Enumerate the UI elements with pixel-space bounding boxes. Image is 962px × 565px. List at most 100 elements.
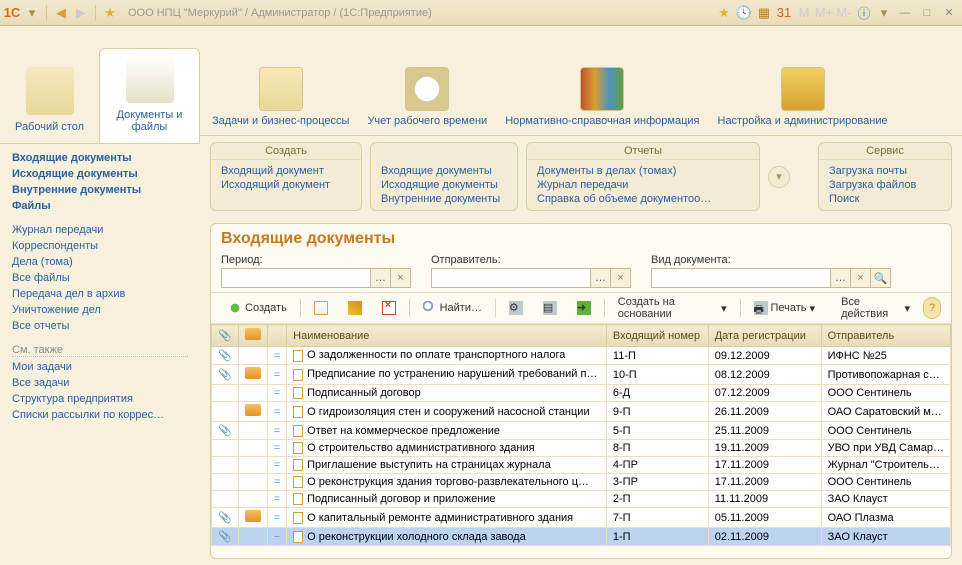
edit-button[interactable] <box>341 297 369 319</box>
sidebar-mytasks[interactable]: Мои задачи <box>12 359 188 375</box>
section-reference[interactable]: Нормативно-справочная информация <box>505 67 699 135</box>
report-journal[interactable]: Журнал передачи <box>537 178 749 192</box>
minimize-button[interactable]: — <box>896 5 914 21</box>
table-row[interactable]: 📎=Предписание по устранению нарушений тр… <box>212 365 951 385</box>
expand-button[interactable]: ▾ <box>768 166 790 188</box>
sidebar-allreports[interactable]: Все отчеты <box>12 318 188 334</box>
sidebar-structure[interactable]: Структура предприятия <box>12 391 188 407</box>
doctype-picker[interactable]: … <box>831 268 851 288</box>
col-number[interactable]: Входящий номер <box>606 325 708 347</box>
table-row[interactable]: =Подписанный договор6-Д07.12.2009ООО Сен… <box>212 385 951 402</box>
tab-documents[interactable]: Документы и файлы <box>99 48 200 143</box>
service-search[interactable]: Поиск <box>829 192 941 206</box>
sidebar-internal[interactable]: Внутренние документы <box>12 182 188 198</box>
tab-desktop[interactable]: Рабочий стол <box>0 61 99 143</box>
back-icon[interactable]: ◀ <box>53 5 69 21</box>
col-attachment[interactable]: 📎 <box>212 325 239 347</box>
service-mail[interactable]: Загрузка почты <box>829 164 941 178</box>
create-outgoing[interactable]: Исходящий документ <box>221 178 351 192</box>
print-button[interactable]: 🖶Печать ▾ <box>747 297 823 319</box>
col-mark[interactable] <box>267 325 286 347</box>
help-button[interactable]: ? <box>923 297 941 319</box>
doctype-search[interactable]: 🔍 <box>871 268 891 288</box>
sender-input[interactable] <box>431 268 591 288</box>
table-row[interactable]: =Приглашение выступить на страницах журн… <box>212 457 951 474</box>
info-icon[interactable]: ⓘ <box>856 5 872 21</box>
doc-icon <box>293 350 303 362</box>
col-people[interactable] <box>238 325 267 347</box>
report-volume[interactable]: Справка об объеме документоо… <box>537 192 749 206</box>
fav-icon[interactable]: ★ <box>716 5 732 21</box>
section-admin[interactable]: Настройка и администрирование <box>718 67 888 135</box>
forward-button[interactable]: ➜ <box>570 297 598 319</box>
sidebar-allfiles[interactable]: Все файлы <box>12 270 188 286</box>
table-row[interactable]: =О гидроизоляция стен и сооружений насос… <box>212 402 951 422</box>
cell-clip: 📎 <box>212 508 239 528</box>
tab-documents-label: Документы и файлы <box>117 109 183 133</box>
table-row[interactable]: =Подписанный договор и приложение2-П11.1… <box>212 491 951 508</box>
period-picker[interactable]: … <box>371 268 391 288</box>
history-icon[interactable]: 🕓 <box>736 5 752 21</box>
report-incoming[interactable]: Входящие документы <box>381 164 507 178</box>
mminus-icon[interactable]: M- <box>836 5 852 21</box>
table-row[interactable]: 📎=О задолженности по оплате транспортног… <box>212 347 951 365</box>
report-cases[interactable]: Документы в делах (томах) <box>537 164 749 178</box>
table-row[interactable]: 📎=Ответ на коммерческое предложение5-П25… <box>212 422 951 440</box>
copy-button[interactable] <box>307 297 335 319</box>
clock-icon <box>405 67 449 111</box>
maximize-button[interactable]: □ <box>918 5 936 21</box>
sidebar-incoming[interactable]: Входящие документы <box>12 150 188 166</box>
sidebar-archive[interactable]: Передача дел в архив <box>12 286 188 302</box>
m-icon[interactable]: M <box>796 5 812 21</box>
col-name[interactable]: Наименование <box>287 325 607 347</box>
cell-date: 08.12.2009 <box>708 365 821 385</box>
period-clear[interactable]: × <box>391 268 411 288</box>
sender-picker[interactable]: … <box>591 268 611 288</box>
report-outgoing[interactable]: Исходящие документы <box>381 178 507 192</box>
period-input[interactable] <box>221 268 371 288</box>
section-time[interactable]: Учет рабочего времени <box>367 67 487 135</box>
dropdown-icon[interactable]: ▾ <box>24 5 40 21</box>
sidebar-outgoing[interactable]: Исходящие документы <box>12 166 188 182</box>
doctype-clear[interactable]: × <box>851 268 871 288</box>
info-drop-icon[interactable]: ▾ <box>876 5 892 21</box>
sidebar-journal[interactable]: Журнал передачи <box>12 222 188 238</box>
col-date[interactable]: Дата регистрации <box>708 325 821 347</box>
settings-button[interactable]: ⚙ <box>502 297 530 319</box>
doctype-input[interactable] <box>651 268 831 288</box>
create-button[interactable]: Создать <box>221 297 294 319</box>
star-icon[interactable]: ★ <box>102 5 118 21</box>
find-button[interactable]: Найти… <box>416 297 489 319</box>
sidebar-cases[interactable]: Дела (тома) <box>12 254 188 270</box>
sender-clear[interactable]: × <box>611 268 631 288</box>
doc-icon <box>293 425 303 437</box>
section-tasks[interactable]: Задачи и бизнес-процессы <box>212 67 349 135</box>
delete-button[interactable] <box>375 297 403 319</box>
sidebar-alltasks[interactable]: Все задачи <box>12 375 188 391</box>
cell-people <box>238 528 267 546</box>
table-row[interactable]: 📎=О капитальный ремонте административног… <box>212 508 951 528</box>
forward-icon[interactable]: ▶ <box>73 5 89 21</box>
sidebar-files[interactable]: Файлы <box>12 198 188 214</box>
list-button[interactable]: ▤ <box>536 297 564 319</box>
sidebar-correspondents[interactable]: Корреспонденты <box>12 238 188 254</box>
service-files[interactable]: Загрузка файлов <box>829 178 941 192</box>
report-internal[interactable]: Внутренние документы <box>381 192 507 206</box>
documents-grid[interactable]: 📎 Наименование Входящий номер Дата регис… <box>211 324 951 558</box>
table-row[interactable]: 📎−О реконструкции холодного склада завод… <box>212 528 951 546</box>
col-sender[interactable]: Отправитель <box>821 325 950 347</box>
cell-people <box>238 508 267 528</box>
sidebar-destroy[interactable]: Уничтожение дел <box>12 302 188 318</box>
create-incoming[interactable]: Входящий документ <box>221 164 351 178</box>
all-actions-button[interactable]: Все действия ▾ <box>834 297 917 319</box>
base-button[interactable]: Создать на основании ▾ <box>611 297 734 319</box>
calendar-icon[interactable]: 31 <box>776 5 792 21</box>
table-row[interactable]: =О реконструкция здания торгово-развлека… <box>212 474 951 491</box>
calc-icon[interactable]: ▦ <box>756 5 772 21</box>
table-row[interactable]: =О строительство административного здани… <box>212 440 951 457</box>
close-button[interactable]: ✕ <box>940 5 958 21</box>
cell-sender: ОАО Саратовский м… <box>821 402 950 422</box>
cell-clip <box>212 491 239 508</box>
mplus-icon[interactable]: M+ <box>816 5 832 21</box>
sidebar-mailinglists[interactable]: Списки рассылки по коррес… <box>12 407 188 423</box>
